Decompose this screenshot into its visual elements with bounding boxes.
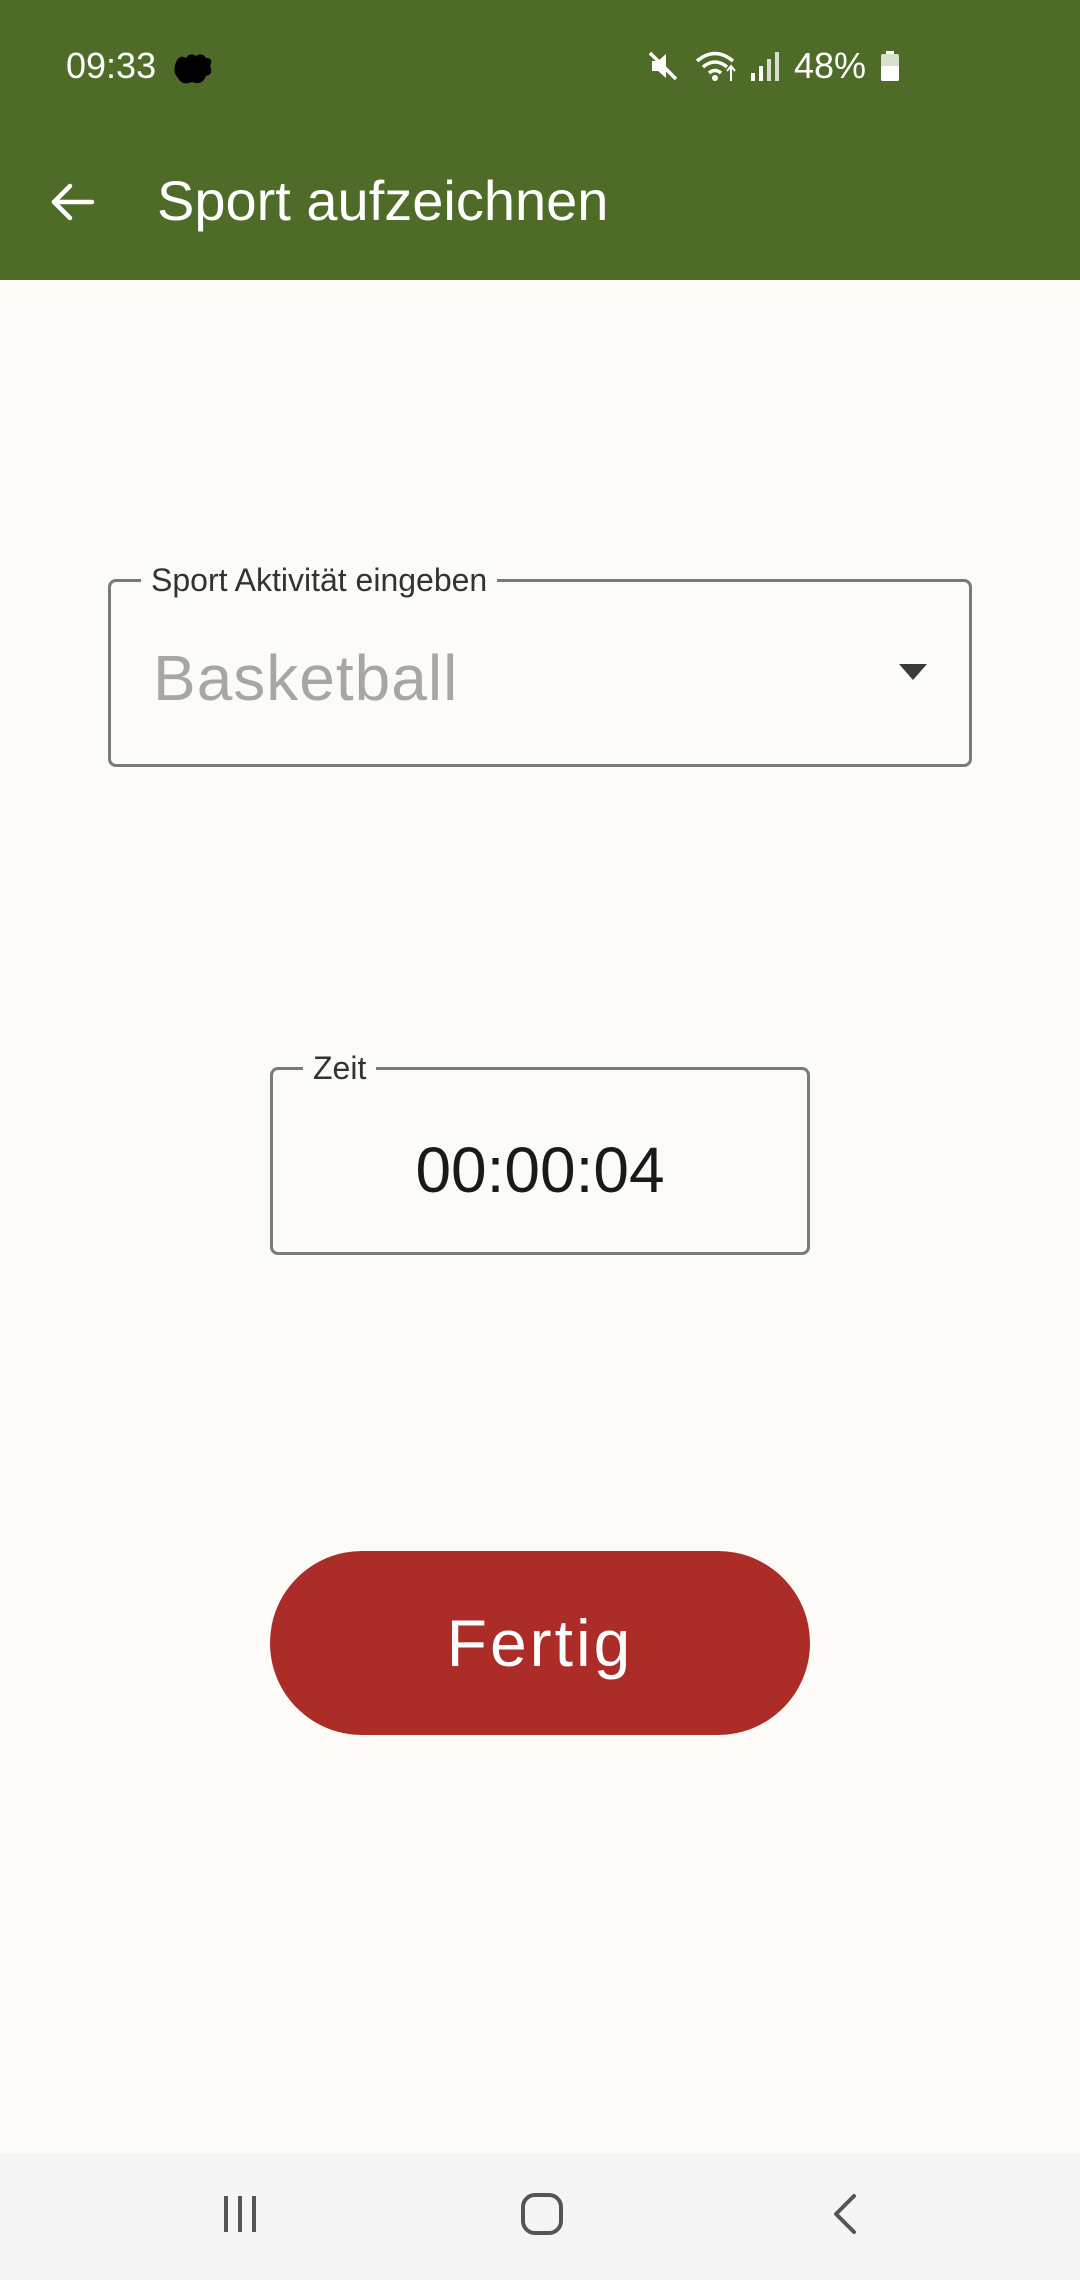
signal-icon <box>750 49 780 83</box>
app-bar: Sport aufzeichnen <box>0 130 1080 280</box>
triangle-down-icon[interactable] <box>899 664 927 680</box>
nav-back-button[interactable] <box>755 2153 935 2280</box>
nav-recents-button[interactable] <box>150 2153 330 2280</box>
activity-value: Basketball <box>153 642 459 714</box>
activity-dropdown[interactable]: Sport Aktivität eingeben Basketball <box>108 560 972 767</box>
time-value: 00:00:04 <box>415 1134 665 1206</box>
wifi-icon <box>694 49 736 83</box>
home-icon <box>520 2192 564 2241</box>
battery-icon <box>880 49 900 83</box>
battery-percent: 48% <box>793 45 866 86</box>
done-button[interactable]: Fertig <box>270 1551 810 1735</box>
time-field: Zeit 00:00:04 <box>270 1048 810 1255</box>
time-field-label: Zeit <box>303 1048 377 1088</box>
activity-field-label: Sport Aktivität eingeben <box>141 560 498 600</box>
nav-home-button[interactable] <box>452 2153 632 2280</box>
mute-icon <box>646 49 680 83</box>
back-button[interactable] <box>36 168 108 240</box>
chevron-left-icon <box>830 2192 860 2241</box>
status-bar: 09:33 48% <box>0 0 1080 130</box>
arrow-left-icon <box>48 178 96 231</box>
navigation-bar <box>0 2153 1080 2280</box>
status-icons: 48% <box>646 44 900 88</box>
page-title: Sport aufzeichnen <box>157 169 609 232</box>
status-time: 09:33 <box>66 45 157 86</box>
notification-app-icon <box>172 52 214 86</box>
recents-icon <box>220 2194 260 2239</box>
